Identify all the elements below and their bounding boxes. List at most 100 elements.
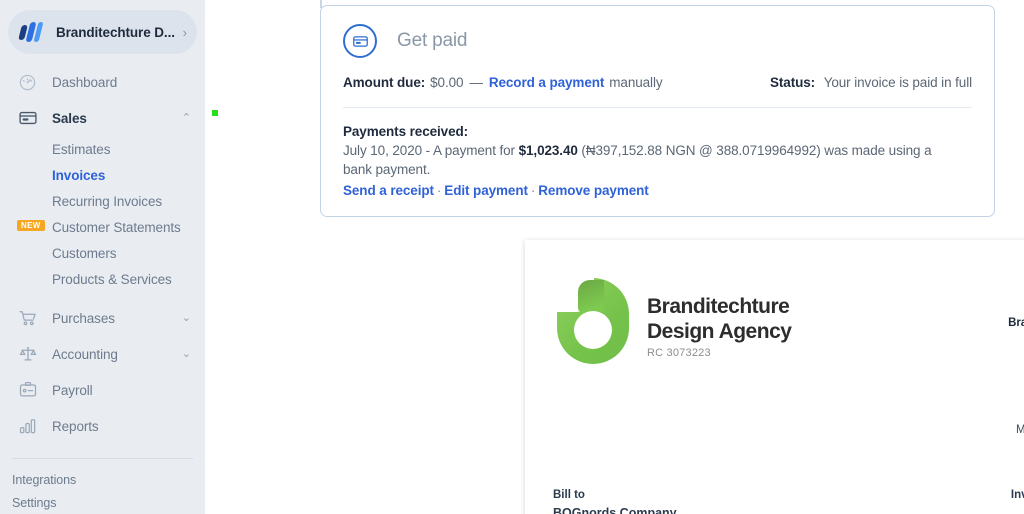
sidebar-subitem-label: Customer Statements xyxy=(52,219,181,235)
sidebar-item-dashboard[interactable]: Dashboard xyxy=(0,64,205,100)
card-icon xyxy=(18,108,44,128)
org-switcher[interactable]: Branditechture D... › xyxy=(8,10,197,54)
app-root: Branditechture D... › Dashboard Sales ⌃ … xyxy=(0,0,1024,514)
brand-rc-number: RC 3073223 xyxy=(647,347,711,359)
invoice-date-field: Invoice Date: July 2, 2020 xyxy=(996,506,1024,514)
payroll-icon xyxy=(18,380,44,400)
sidebar-item-integrations[interactable]: Integrations xyxy=(0,468,205,491)
record-a-payment-link[interactable]: Record a payment xyxy=(489,75,605,90)
send-a-receipt-link[interactable]: Send a receipt xyxy=(343,183,434,198)
contact-line: Mobile: +234 (0) 815 036 8042 xyxy=(1016,424,1024,436)
edit-payment-link[interactable]: Edit payment xyxy=(444,183,528,198)
main-content: Get paid Amount due: $0.00 — Record a pa… xyxy=(205,0,1024,514)
sidebar-item-accounting[interactable]: Accounting ⌄ xyxy=(0,336,205,372)
chevron-up-icon[interactable]: ⌃ xyxy=(182,112,191,124)
get-paid-card: Get paid Amount due: $0.00 — Record a pa… xyxy=(320,5,995,217)
action-separator: · xyxy=(530,183,536,198)
sidebar-subitem-label: Recurring Invoices xyxy=(52,193,162,209)
invoice-company-name: Branditechture Design Agency xyxy=(1008,317,1024,329)
sidebar-subitem-recurring-invoices[interactable]: Recurring Invoices xyxy=(0,188,205,214)
sidebar-subitem-products-services[interactable]: Products & Services xyxy=(0,266,205,292)
sidebar-item-label: Purchases xyxy=(52,310,115,326)
field-key: Invoice Date: xyxy=(996,506,1024,514)
remove-payment-link[interactable]: Remove payment xyxy=(538,183,648,198)
payment-text-prefix: July 10, 2020 - A payment for xyxy=(343,143,519,158)
sidebar-item-label: Payroll xyxy=(52,382,93,398)
wave-logo-icon xyxy=(18,21,46,43)
sidebar-item-payroll[interactable]: Payroll xyxy=(0,372,205,408)
sidebar-item-label: Integrations xyxy=(12,472,77,487)
sidebar-item-sales[interactable]: Sales ⌃ xyxy=(0,100,205,136)
invoice-preview-card: Branditechture Design Agency RC 3073223 … xyxy=(525,240,1024,514)
amount-due-value: $0.00 xyxy=(430,75,464,90)
sidebar-footer: Integrations Settings xyxy=(0,468,205,514)
bill-to-block: Bill to BOGnords Company xyxy=(553,489,677,514)
sidebar-subitem-label: Invoices xyxy=(52,167,106,183)
invoice-meta: Bill to BOGnords Company Invoice Number:… xyxy=(553,489,1024,514)
sidebar-divider xyxy=(12,458,193,459)
invoice-header: Branditechture Design Agency RC 3073223 … xyxy=(553,270,1024,451)
sidebar-subitem-estimates[interactable]: Estimates xyxy=(0,136,205,162)
sidebar-item-label: Sales xyxy=(52,110,87,126)
payment-actions: Send a receipt · Edit payment · Remove payme… xyxy=(343,183,972,198)
address-line: Crown Estate, Novare Lekki xyxy=(1008,349,1024,363)
bar-chart-icon xyxy=(18,416,44,436)
sidebar-item-label: Reports xyxy=(52,418,99,434)
gauge-icon xyxy=(18,73,44,92)
status-row: Status: Your invoice is paid in full xyxy=(770,75,972,90)
cart-icon xyxy=(18,308,44,328)
payments-received-label: Payments received: xyxy=(343,124,469,139)
address-line: Sangotedo, Lagos 101245 xyxy=(1008,363,1024,377)
cursor-marker xyxy=(212,110,218,116)
get-paid-header: Get paid xyxy=(343,24,972,58)
sidebar-subitem-customer-statements[interactable]: NEW Customer Statements xyxy=(0,214,205,240)
status-label: Status: xyxy=(769,75,816,90)
sidebar-item-purchases[interactable]: Purchases ⌄ xyxy=(0,300,205,336)
invoice-brand-block: Branditechture Design Agency RC 3073223 xyxy=(553,270,792,451)
bill-to-label: Bill to xyxy=(553,489,585,501)
invoice-address: 14, Nelson Mandela Drive, Crown Estate, … xyxy=(1008,335,1024,391)
amount-due-row: Amount due: $0.00 — Record a payment man… xyxy=(343,75,972,90)
sidebar-item-label: Settings xyxy=(12,495,57,510)
sidebar-subitem-invoices[interactable]: Invoices xyxy=(0,162,205,188)
sidebar-subitem-customers[interactable]: Customers xyxy=(0,240,205,266)
brand-line-1: Branditechture xyxy=(647,295,790,318)
sidebar: Branditechture D... › Dashboard Sales ⌃ … xyxy=(0,0,205,514)
sidebar-item-reports[interactable]: Reports xyxy=(0,408,205,444)
org-name: Branditechture D... xyxy=(56,24,175,40)
sidebar-subitem-label: Customers xyxy=(52,245,117,261)
branditechture-logo-icon xyxy=(553,278,631,364)
sidebar-item-settings[interactable]: Settings xyxy=(0,491,205,514)
sidebar-item-label: Dashboard xyxy=(52,74,118,90)
chevron-down-icon[interactable]: ⌄ xyxy=(182,312,191,324)
invoice-address-block: INVOICE Branditechture Design Agency 14,… xyxy=(1008,270,1024,451)
divider xyxy=(343,107,972,108)
payment-detail-text: July 10, 2020 - A payment for $1,023.40 … xyxy=(343,141,943,179)
address-line: Nigeria xyxy=(1008,377,1024,391)
bill-to-name: BOGnords Company xyxy=(553,506,677,514)
chevron-down-icon[interactable]: ⌄ xyxy=(182,348,191,360)
payment-amount: $1,023.40 xyxy=(518,143,578,158)
get-paid-title: Get paid xyxy=(397,30,468,51)
status-value: Your invoice is paid in full xyxy=(823,75,972,90)
contact-line: Phone: +234 (0) 1 229 8736 xyxy=(1008,409,1024,423)
chevron-right-icon: › xyxy=(182,24,187,40)
credit-card-icon xyxy=(343,24,377,58)
contact-line: branditechture.com xyxy=(1008,437,1024,451)
brand-line-2: Design Agency xyxy=(647,320,792,343)
sidebar-subitem-label: Estimates xyxy=(52,141,111,157)
primary-nav: Dashboard Sales ⌃ Estimates Invoices Rec… xyxy=(0,64,205,444)
em-dash: — xyxy=(469,75,483,90)
sidebar-item-label: Accounting xyxy=(52,346,118,362)
new-badge: NEW xyxy=(17,220,45,231)
field-key: Invoice Number: xyxy=(1010,489,1024,501)
record-suffix: manually xyxy=(609,75,663,90)
brand-text-block: Branditechture Design Agency RC 3073223 xyxy=(647,278,792,359)
invoice-heading: INVOICE xyxy=(1008,276,1024,310)
invoice-contact: Phone: +234 (0) 1 229 8736 Mobile: +234 … xyxy=(1008,409,1024,451)
scales-icon xyxy=(18,344,44,364)
amount-due-label: Amount due: xyxy=(343,75,426,90)
address-line: 14, Nelson Mandela Drive, xyxy=(1008,335,1024,349)
invoice-fields: Invoice Number: 083 Invoice Date: July 2… xyxy=(996,489,1024,514)
action-separator: · xyxy=(436,183,442,198)
